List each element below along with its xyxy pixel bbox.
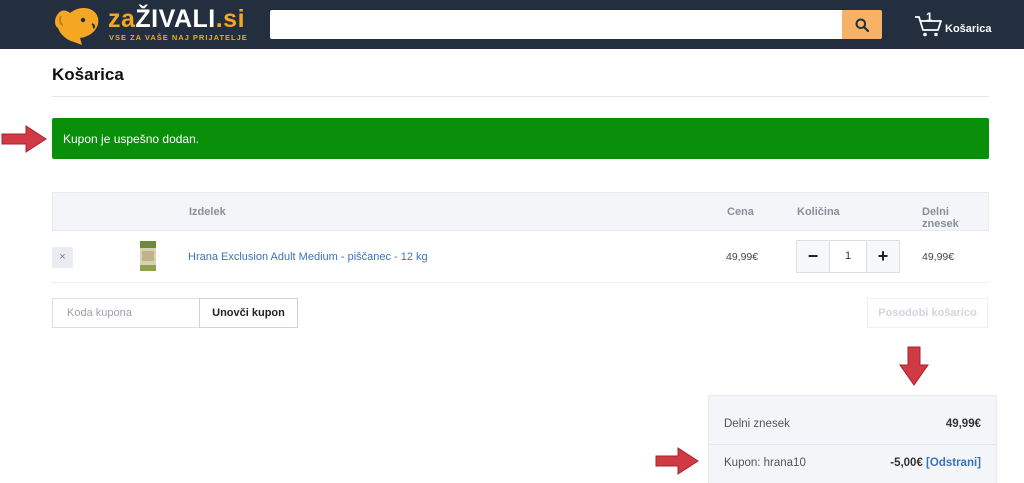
- totals-divider: [709, 444, 996, 445]
- header-cart-link[interactable]: 1 Košarica: [914, 10, 1004, 40]
- header-subtotal: Delni znesek: [922, 206, 959, 230]
- product-subtotal: 49,99€: [922, 251, 955, 263]
- product-price: 49,99€: [726, 251, 759, 263]
- cart-count-badge: 1: [926, 10, 933, 24]
- remove-coupon-link[interactable]: [Odstrani]: [926, 457, 981, 469]
- quantity-input[interactable]: 1: [830, 240, 866, 273]
- header-price: Cena: [727, 206, 754, 218]
- logo-middle: ŽIVALI: [135, 5, 216, 33]
- header-product: Izdelek: [189, 206, 226, 218]
- cart-table-header: Izdelek Cena Količina Delni znesek: [52, 192, 989, 231]
- remove-item-button[interactable]: ×: [52, 247, 73, 268]
- arrow-right-icon: [655, 447, 699, 475]
- arrow-down-icon: [899, 346, 929, 386]
- totals-coupon-value: -5,00€ [Odstrani]: [890, 457, 981, 469]
- site-logo[interactable]: zaŽIVALI.si VSE ZA VAŠE NAJ PRIJATELJE: [52, 4, 247, 46]
- totals-subtotal-value: 49,99€: [945, 418, 981, 430]
- logo-suffix: .si: [215, 5, 246, 33]
- logo-wordmark: zaŽIVALI.si: [108, 5, 245, 34]
- alert-message: Kupon je uspešno dodan.: [63, 132, 200, 146]
- page-title: Košarica: [52, 65, 124, 84]
- dog-icon: [55, 8, 99, 45]
- totals-subtotal-label: Delni znesek: [724, 418, 790, 430]
- search-input[interactable]: [270, 10, 842, 39]
- quantity-decrease-button[interactable]: −: [796, 240, 830, 273]
- logo-tagline: VSE ZA VAŠE NAJ PRIJATELJE: [109, 33, 248, 42]
- apply-coupon-button[interactable]: Unovči kupon: [199, 298, 298, 328]
- title-divider: [52, 96, 989, 97]
- header-quantity: Količina: [797, 206, 840, 218]
- quantity-increase-button[interactable]: +: [866, 240, 900, 273]
- cart-label: Košarica: [945, 23, 992, 35]
- cart-totals: Delni znesek 49,99€ Kupon: hrana10 -5,00…: [708, 395, 997, 483]
- product-image[interactable]: [137, 239, 159, 273]
- search-button[interactable]: [842, 10, 882, 39]
- totals-coupon-label: Kupon: hrana10: [724, 457, 806, 469]
- coupon-code-input[interactable]: [52, 298, 199, 328]
- coupon-discount: -5,00€: [890, 457, 923, 469]
- arrow-right-icon: [1, 125, 47, 153]
- success-alert: Kupon je uspešno dodan.: [52, 118, 989, 159]
- logo-prefix: za: [108, 5, 136, 33]
- update-cart-button[interactable]: Posodobi košarico: [867, 298, 988, 328]
- product-link[interactable]: Hrana Exclusion Adult Medium - piščanec …: [188, 251, 428, 263]
- site-header: zaŽIVALI.si VSE ZA VAŠE NAJ PRIJATELJE 1…: [0, 0, 1024, 49]
- table-row: × Hrana Exclusion Adult Medium - piščane…: [52, 231, 989, 283]
- search-icon: [855, 18, 869, 32]
